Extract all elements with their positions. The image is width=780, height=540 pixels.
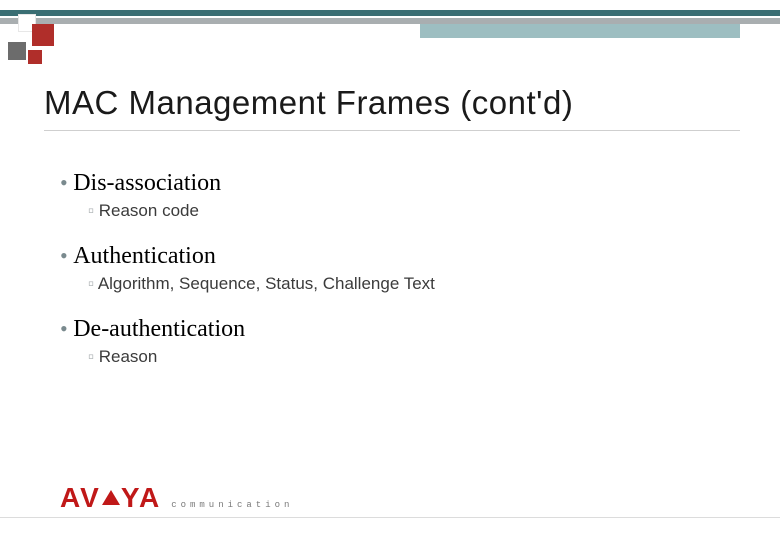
- header-block: [420, 24, 740, 38]
- motif-square: [32, 24, 54, 46]
- brand-letter: A: [139, 482, 161, 513]
- slide: MAC Management Frames (cont'd) Dis-assoc…: [0, 0, 780, 540]
- bullet-sub: Algorithm, Sequence, Status, Challenge T…: [88, 274, 720, 294]
- brand-letter: V: [80, 482, 101, 513]
- brand-tagline: communication: [171, 500, 293, 512]
- bullet-sub: Reason: [88, 347, 720, 367]
- brand-letter: A: [60, 482, 80, 513]
- list-item: De-authentication Reason: [60, 316, 720, 367]
- header-line-teal: [0, 10, 780, 16]
- bullet-heading: Authentication: [60, 243, 720, 270]
- slide-title: MAC Management Frames (cont'd): [44, 84, 740, 131]
- footer: AVYA communication: [60, 484, 293, 512]
- header-decoration: [0, 0, 780, 60]
- bullet-sub: Reason code: [88, 201, 720, 221]
- list-item: Authentication Algorithm, Sequence, Stat…: [60, 243, 720, 294]
- list-item: Dis-association Reason code: [60, 170, 720, 221]
- brand-logo: AVYA: [60, 484, 161, 512]
- slide-body: Dis-association Reason code Authenticati…: [60, 170, 720, 389]
- bullet-heading: Dis-association: [60, 170, 720, 197]
- motif-square: [8, 42, 26, 60]
- motif-square: [28, 50, 42, 64]
- footer-divider: [0, 517, 780, 518]
- triangle-icon: [102, 490, 120, 505]
- bullet-heading: De-authentication: [60, 316, 720, 343]
- brand-letter: Y: [121, 482, 139, 513]
- corner-motif: [8, 14, 68, 74]
